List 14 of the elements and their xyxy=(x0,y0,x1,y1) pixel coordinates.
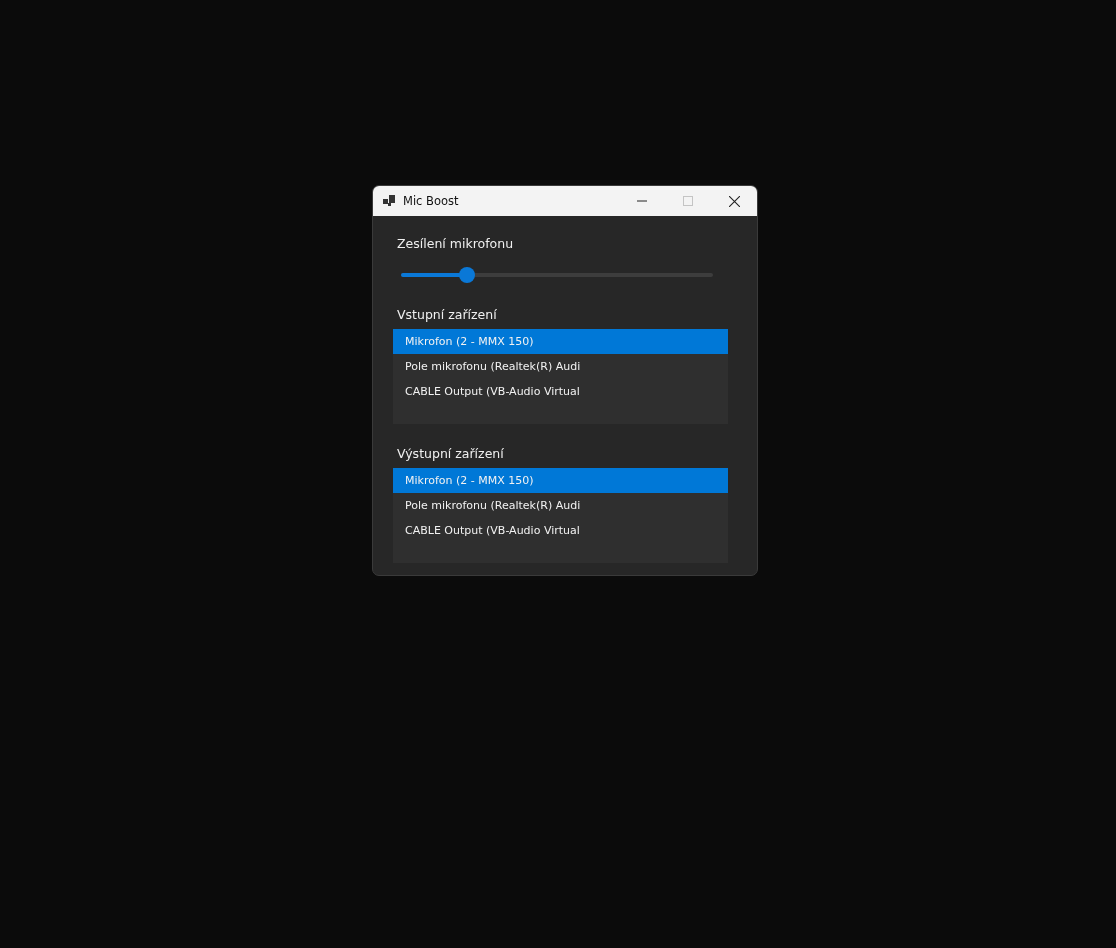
list-item[interactable]: CABLE Output (VB-Audio Virtual xyxy=(393,518,728,543)
window-title: Mic Boost xyxy=(403,194,460,208)
list-item[interactable]: CABLE Output (VB-Audio Virtual xyxy=(393,379,728,404)
list-item[interactable]: Pole mikrofonu (Realtek(R) Audi xyxy=(393,493,728,518)
app-icon xyxy=(383,195,395,207)
boost-slider[interactable] xyxy=(401,265,713,285)
boost-label: Zesílení mikrofonu xyxy=(397,236,515,251)
close-icon xyxy=(728,195,740,207)
list-item[interactable]: Pole mikrofonu (Realtek(R) Audi xyxy=(393,354,728,379)
list-label: Vstupní zařízení xyxy=(397,307,498,322)
maximize-icon xyxy=(683,196,693,206)
list-label: Výstupní zařízení xyxy=(397,446,505,461)
list-item[interactable]: Mikrofon (2 - MMX 150) xyxy=(393,329,728,354)
list-item[interactable]: Mikrofon (2 - MMX 150) xyxy=(393,468,728,493)
